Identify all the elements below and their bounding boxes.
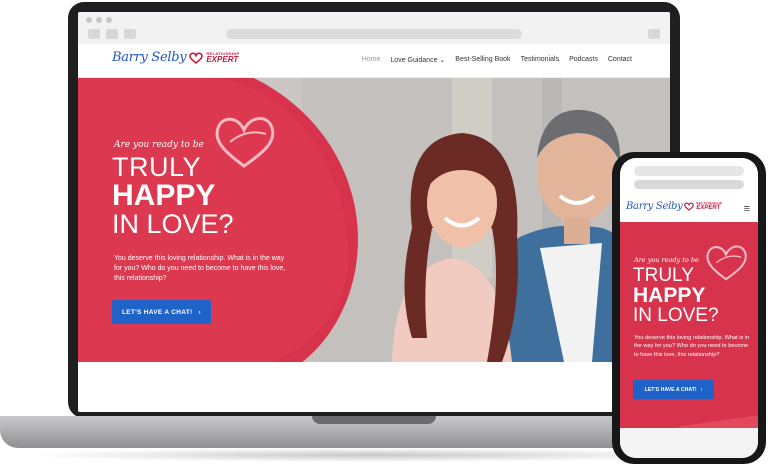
window-dot[interactable]	[86, 17, 92, 23]
phone-screen: Barry Selby RELATIONSHIP EXPERT ≡ Are yo…	[620, 158, 758, 458]
nav-home[interactable]: Home	[362, 56, 381, 64]
logo-tagline: RELATIONSHIP EXPERT	[696, 202, 722, 212]
nav-contact[interactable]: Contact	[608, 56, 632, 64]
hero-body: You deserve this loving relationship. Wh…	[634, 335, 750, 358]
cta-label: LET'S HAVE A CHAT!	[644, 386, 697, 393]
headline-line-3: IN LOVE?	[633, 305, 719, 326]
nav-best-selling-book[interactable]: Best-Selling Book	[455, 56, 510, 64]
headline-line-2: HAPPY	[112, 179, 216, 212]
browser-menu-button[interactable]	[648, 29, 660, 39]
chevron-down-icon: ⌄	[439, 57, 446, 64]
phone-address-bar[interactable]	[634, 180, 744, 189]
heart-icon	[189, 51, 204, 64]
window-dot[interactable]	[96, 17, 102, 23]
forward-button[interactable]	[106, 29, 118, 39]
main-nav: Home Love Guidance ⌄ Best-Selling Book T…	[362, 56, 632, 64]
browser-chrome	[78, 12, 670, 44]
hero-body: You deserve this loving relationship. Wh…	[114, 255, 286, 283]
logo-tag-bottom: EXPERT	[206, 54, 239, 64]
hero-question: Are you ready to be	[114, 140, 204, 150]
headline-line-2: HAPPY	[633, 284, 706, 307]
headline-line-1: TRULY	[112, 152, 202, 182]
cta-button[interactable]: LET'S HAVE A CHAT! ›	[633, 380, 714, 399]
logo-tag-bottom: EXPERT	[696, 205, 721, 211]
hero-section: Are you ready to be TRULY HAPPY IN LOVE?…	[78, 78, 670, 362]
phone-header: Barry Selby RELATIONSHIP EXPERT ≡	[620, 194, 758, 222]
site-logo[interactable]: Barry Selby RELATIONSHIP EXPERT	[112, 50, 239, 65]
reload-button[interactable]	[124, 29, 136, 39]
back-button[interactable]	[88, 29, 100, 39]
hero-headline: TRULY HAPPY IN LOVE?	[112, 154, 234, 238]
nav-testimonials[interactable]: Testimonials	[521, 56, 560, 64]
nav-love-guidance[interactable]: Love Guidance ⌄	[390, 56, 445, 64]
arrow-right-icon: ›	[700, 386, 703, 393]
hero-question: Are you ready to be	[634, 256, 699, 264]
heart-icon	[684, 202, 695, 211]
site-header: Barry Selby RELATIONSHIP EXPERT Home Lov…	[78, 44, 670, 78]
logo-script: Barry Selby	[112, 50, 187, 65]
laptop-screen: Barry Selby RELATIONSHIP EXPERT Home Lov…	[78, 12, 670, 412]
menu-icon[interactable]: ≡	[744, 204, 750, 215]
nav-podcasts[interactable]: Podcasts	[569, 56, 598, 64]
site-logo[interactable]: Barry Selby RELATIONSHIP EXPERT	[626, 201, 722, 212]
logo-tagline: RELATIONSHIP EXPERT	[206, 51, 239, 64]
phone-content-area	[620, 428, 758, 458]
phone-status-bar	[634, 166, 744, 176]
laptop-notch	[312, 416, 436, 424]
window-dot[interactable]	[106, 17, 112, 23]
nav-love-guidance-label: Love Guidance	[390, 57, 438, 64]
cta-button[interactable]: LET'S HAVE A CHAT! ›	[112, 300, 211, 324]
hero-headline: TRULY HAPPY IN LOVE?	[633, 266, 719, 325]
headline-line-1: TRULY	[633, 265, 694, 286]
address-bar[interactable]	[226, 29, 522, 39]
cta-label: LET'S HAVE A CHAT!	[122, 308, 193, 316]
arrow-right-icon: ›	[198, 308, 201, 316]
logo-script: Barry Selby	[626, 201, 683, 212]
headline-line-3: IN LOVE?	[112, 209, 234, 239]
phone-hero-section: Are you ready to be TRULY HAPPY IN LOVE?…	[620, 222, 758, 428]
content-area	[78, 362, 670, 412]
